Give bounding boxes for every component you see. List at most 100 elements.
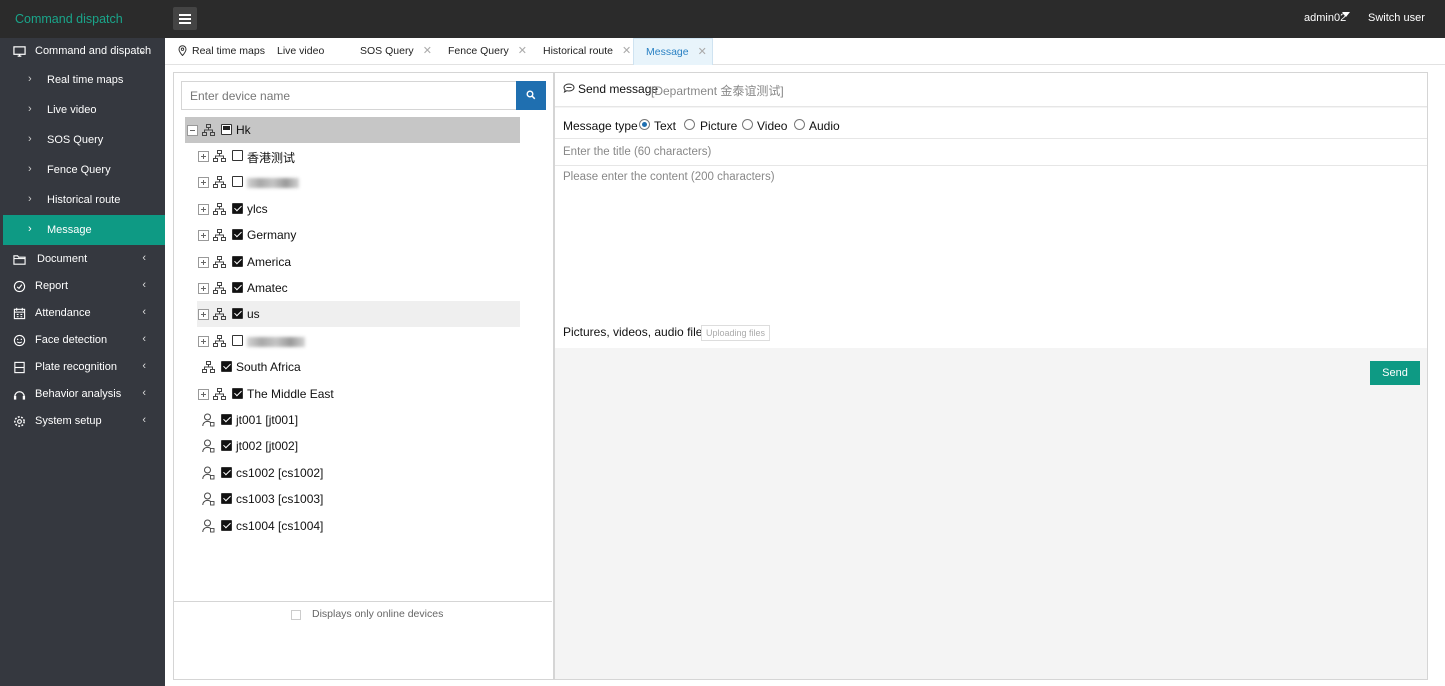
expand-icon[interactable] xyxy=(198,283,209,294)
chevron-right-icon: › xyxy=(28,73,32,85)
tree-checkbox[interactable] xyxy=(221,467,232,478)
close-icon[interactable]: ✕ xyxy=(698,46,707,58)
tree-checkbox[interactable] xyxy=(232,203,243,214)
message-header: Send message [Department 金泰谊测试] xyxy=(555,73,1427,107)
chevron-right-icon: › xyxy=(28,103,32,115)
tree-checkbox[interactable] xyxy=(232,176,243,187)
sidebar-item-system-setup[interactable]: System setup ‹ xyxy=(0,408,165,435)
switch-user-link[interactable]: Switch user xyxy=(1368,0,1425,36)
tree-checkbox[interactable] xyxy=(232,150,243,161)
current-user[interactable]: admin02 xyxy=(1304,0,1346,36)
sidebar-item-behavior-analysis[interactable]: Behavior analysis ‹ xyxy=(0,381,165,408)
close-icon[interactable]: ✕ xyxy=(518,45,527,57)
tree-checkbox[interactable] xyxy=(221,520,232,531)
radio-video[interactable] xyxy=(742,119,753,130)
radio-text[interactable] xyxy=(639,119,650,130)
tree-checkbox[interactable] xyxy=(232,282,243,293)
tree-node-user[interactable]: jt001 [jt001] xyxy=(197,407,520,433)
tab-live-video[interactable]: Live video xyxy=(277,38,324,65)
tree-checkbox[interactable] xyxy=(232,256,243,267)
tree-checkbox[interactable] xyxy=(221,414,232,425)
tree-checkbox[interactable] xyxy=(232,229,243,240)
tree-node-group[interactable] xyxy=(197,169,520,195)
tree-node-label: cs1004 [cs1004] xyxy=(236,519,324,533)
org-icon xyxy=(202,361,215,376)
device-search-input[interactable] xyxy=(181,81,517,110)
sidebar-subitem-message[interactable]: › Message xyxy=(3,215,165,245)
expand-icon[interactable] xyxy=(198,151,209,162)
sidebar-subitem-historical-route[interactable]: › Historical route xyxy=(3,185,165,215)
tab-label: Fence Query xyxy=(448,45,509,57)
tree-node-group[interactable]: America xyxy=(197,249,520,275)
tree-checkbox[interactable] xyxy=(221,493,232,504)
close-icon[interactable]: ✕ xyxy=(423,45,432,57)
tree-node-label: cs1002 [cs1002] xyxy=(236,466,324,480)
tree-node-group[interactable]: 香港测试 xyxy=(197,143,520,169)
tree-node-user[interactable]: cs1004 [cs1004] xyxy=(197,513,520,539)
sidebar-subitem-sos-query[interactable]: › SOS Query xyxy=(3,125,165,155)
sidebar-item-label: Command and dispatch xyxy=(35,45,152,57)
collapse-icon[interactable] xyxy=(187,125,198,136)
expand-icon[interactable] xyxy=(198,230,209,241)
tree-checkbox[interactable] xyxy=(221,440,232,451)
tree-checkbox[interactable] xyxy=(221,124,232,135)
expand-icon[interactable] xyxy=(198,204,209,215)
tree-node-root[interactable]: Hk xyxy=(185,117,520,143)
sidebar-subitem-label: Message xyxy=(47,224,92,236)
sidebar-item-attendance[interactable]: Attendance ‹ xyxy=(0,300,165,327)
tree-node-group[interactable]: ylcs xyxy=(197,196,520,222)
expand-icon[interactable] xyxy=(198,309,209,320)
tree-node-group[interactable]: Germany xyxy=(197,222,520,248)
message-title-input[interactable] xyxy=(555,138,1427,166)
tab-label: Live video xyxy=(277,45,325,57)
send-button[interactable]: Send xyxy=(1370,361,1420,385)
message-form: Message type Text Picture Video Audio xyxy=(555,108,1427,348)
sidebar-item-command-and-dispatch[interactable]: Command and dispatch ⌄ xyxy=(0,38,165,65)
tab-fence-query[interactable]: Fence Query ✕ xyxy=(448,38,527,65)
department-label: [Department 金泰谊测试] xyxy=(651,84,784,98)
sidebar-subitem-live-video[interactable]: › Live video xyxy=(3,95,165,125)
tab-sos-query[interactable]: SOS Query ✕ xyxy=(360,38,432,65)
tree-node-user[interactable]: cs1003 [cs1003] xyxy=(197,486,520,512)
online-only-checkbox[interactable] xyxy=(291,610,301,620)
search-button[interactable] xyxy=(516,81,546,110)
org-icon xyxy=(213,335,226,350)
tree-checkbox[interactable] xyxy=(232,388,243,399)
radio-audio[interactable] xyxy=(794,119,805,130)
sidebar-item-document[interactable]: Document ‹ xyxy=(0,246,165,273)
tab-label: Message xyxy=(646,46,689,58)
tree-node-group[interactable]: South Africa xyxy=(197,354,520,380)
sidebar-item-label: System setup xyxy=(35,415,102,427)
close-icon[interactable]: ✕ xyxy=(622,45,631,57)
expand-icon[interactable] xyxy=(198,336,209,347)
tree-node-group[interactable] xyxy=(197,328,520,354)
tab-message[interactable]: Message ✕ xyxy=(633,38,713,65)
sidebar-item-report[interactable]: Report ‹ xyxy=(0,273,165,300)
sidebar-item-plate-recognition[interactable]: Plate recognition ‹ xyxy=(0,354,165,381)
tree-checkbox[interactable] xyxy=(232,308,243,319)
caret-down-icon[interactable] xyxy=(1342,12,1350,17)
tree-node-group[interactable]: The Middle East xyxy=(197,381,520,407)
menu-toggle-button[interactable] xyxy=(173,7,197,30)
tree-node-group[interactable]: us xyxy=(197,301,520,327)
tab-historical-route[interactable]: Historical route ✕ xyxy=(543,38,631,65)
radio-picture[interactable] xyxy=(684,119,695,130)
user-icon xyxy=(202,519,215,536)
tab-real-time-maps[interactable]: Real time maps xyxy=(178,38,265,65)
expand-icon[interactable] xyxy=(198,177,209,188)
tree-node-group[interactable]: Amatec xyxy=(197,275,520,301)
sidebar-subitem-fence-query[interactable]: › Fence Query xyxy=(3,155,165,185)
tree-checkbox[interactable] xyxy=(221,361,232,372)
sidebar: Command and dispatch ⌄ › Real time maps … xyxy=(0,38,165,686)
upload-files-button[interactable]: Uploading files xyxy=(701,325,771,341)
chevron-left-icon: ‹ xyxy=(142,414,146,426)
sidebar-item-face-detection[interactable]: Face detection ‹ xyxy=(0,327,165,354)
sidebar-subitem-real-time-maps[interactable]: › Real time maps xyxy=(3,65,165,95)
tree-node-user[interactable]: cs1002 [cs1002] xyxy=(197,460,520,486)
expand-icon[interactable] xyxy=(198,389,209,400)
expand-icon[interactable] xyxy=(198,257,209,268)
message-content-textarea[interactable] xyxy=(555,166,1427,318)
tree-node-user[interactable]: jt002 [jt002] xyxy=(197,433,520,459)
tree-checkbox[interactable] xyxy=(232,335,243,346)
message-type-label: Message type xyxy=(563,119,638,133)
